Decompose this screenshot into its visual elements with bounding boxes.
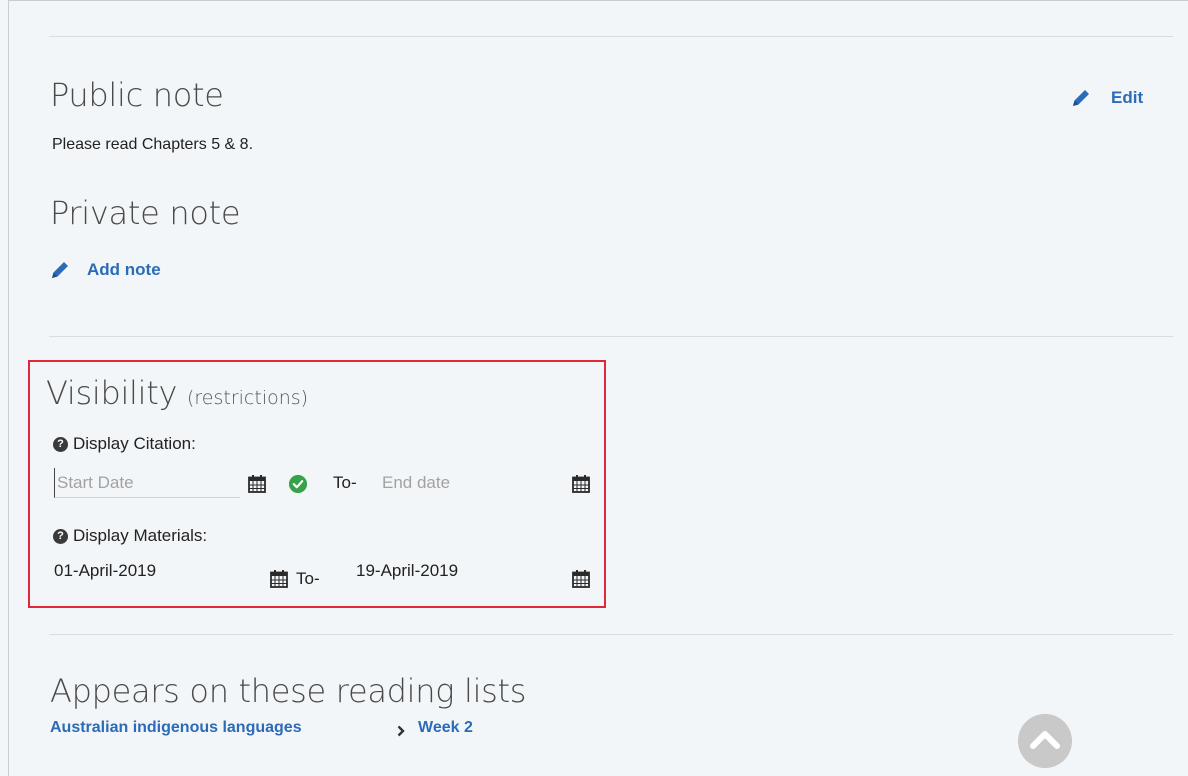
materials-start-date-input[interactable] — [52, 556, 252, 586]
visibility-heading: Visibility (restrictions) — [46, 374, 308, 412]
pencil-icon[interactable] — [1071, 88, 1091, 108]
materials-end-date-input[interactable] — [354, 556, 554, 586]
calendar-icon[interactable] — [571, 474, 591, 494]
divider-top — [49, 36, 1173, 37]
calendar-icon[interactable] — [269, 569, 289, 589]
calendar-icon[interactable] — [571, 569, 591, 589]
materials-to-label: To- — [296, 569, 320, 588]
help-icon[interactable]: ? — [53, 437, 68, 452]
visibility-subtitle: (restrictions) — [187, 387, 309, 409]
pencil-icon[interactable] — [50, 260, 70, 280]
divider-bottom — [49, 634, 1173, 635]
divider-middle — [49, 336, 1173, 337]
citation-end-date-input[interactable] — [380, 468, 560, 498]
add-private-note-button[interactable]: Add note — [87, 260, 161, 280]
reading-list-link[interactable]: Australian indigenous languages — [50, 719, 302, 737]
public-note-text: Please read Chapters 5 & 8. — [52, 136, 254, 153]
reading-list-section-link[interactable]: Week 2 — [418, 719, 473, 737]
edit-public-note-button[interactable]: Edit — [1111, 88, 1143, 108]
public-note-heading: Public note — [50, 76, 224, 114]
chevron-right-icon — [397, 725, 405, 737]
calendar-icon[interactable] — [247, 474, 267, 494]
display-materials-label: Display Materials: — [73, 526, 208, 545]
visibility-title: Visibility — [46, 374, 178, 412]
check-circle-icon — [289, 475, 307, 493]
citation-start-date-input[interactable] — [54, 468, 240, 498]
chevron-up-circle-icon[interactable] — [1018, 714, 1072, 768]
citation-to-label: To- — [333, 473, 357, 492]
display-citation-label: Display Citation: — [73, 434, 196, 453]
help-icon[interactable]: ? — [53, 529, 68, 544]
private-note-heading: Private note — [50, 194, 241, 232]
reading-lists-heading: Appears on these reading lists — [50, 672, 527, 710]
